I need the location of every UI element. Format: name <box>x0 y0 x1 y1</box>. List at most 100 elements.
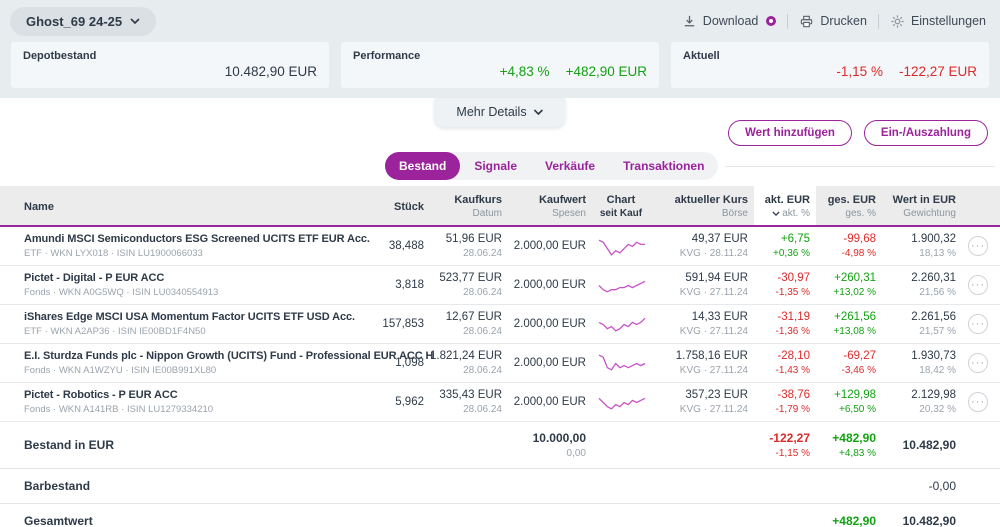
summary-row-bestand-in-eur: Bestand in EUR10.000,000,00-122,27-1,15 … <box>0 422 1000 469</box>
card-value: +482,90 EUR <box>566 64 647 79</box>
table-row[interactable]: iShares Edge MSCI USA Momentum Factor UC… <box>0 305 1000 344</box>
boerse-value: KVG · 27.11.24 <box>656 287 748 298</box>
tab-verkäufe[interactable]: Verkäufe <box>531 152 609 180</box>
chart-cell <box>592 272 650 298</box>
more-details-button[interactable]: Mehr Details <box>434 98 565 127</box>
instrument-identifiers: ETF · WKN LYX018 · ISIN LU1900066033 <box>24 248 372 259</box>
kaufwert-cell: 2.000,00 EUR <box>508 318 586 330</box>
akt-eur-cell: -31,19-1,36 % <box>754 311 810 337</box>
deposit-withdraw-button[interactable]: Ein-/Auszahlung <box>864 120 988 146</box>
tab-signale[interactable]: Signale <box>460 152 531 180</box>
card-label: Aktuell <box>683 50 720 62</box>
menu-cell: ··· <box>962 353 988 374</box>
akt-pct-value: -1,43 % <box>754 365 810 376</box>
ges-pct-value: -3,46 % <box>816 365 876 376</box>
tab-bestand[interactable]: Bestand <box>385 152 460 180</box>
wert-value: 1.930,73 <box>882 350 956 362</box>
column-subtitle: Gewichtung <box>882 208 956 219</box>
stueck-cell: 3,818 <box>378 279 424 291</box>
table-footer: Bestand in EUR10.000,000,00-122,27-1,15 … <box>0 422 1000 527</box>
ges-eur-value: +129,98 <box>816 389 876 401</box>
wert-value: 2.261,56 <box>882 311 956 323</box>
ges-total-cell: +482,90 +4,83 % <box>816 431 876 459</box>
ges-eur-value: -99,68 <box>816 233 876 245</box>
name-cell: iShares Edge MSCI USA Momentum Factor UC… <box>24 311 372 337</box>
table-row[interactable]: E.I. Sturdza Funds plc - Nippon Growth (… <box>0 344 1000 383</box>
row-menu-button[interactable]: ··· <box>968 314 988 334</box>
akt-pct-total: -1,15 % <box>754 448 810 459</box>
column-header-name[interactable]: Name <box>24 193 372 219</box>
column-title: Stück <box>378 201 424 213</box>
column-title: Kaufwert <box>508 194 586 206</box>
column-header-chart[interactable]: Chartseit Kauf <box>592 186 650 225</box>
download-icon <box>682 14 697 29</box>
portfolio-name: Ghost_69 24-25 <box>26 14 122 29</box>
add-value-button[interactable]: Wert hinzufügen <box>728 120 852 146</box>
tab-transaktionen[interactable]: Transaktionen <box>609 152 718 180</box>
table-row[interactable]: Pictet - Robotics - P EUR ACCFonds · WKN… <box>0 383 1000 422</box>
tabs-row: BestandSignaleVerkäufeTransaktionen <box>0 152 1000 180</box>
column-header-aktueller-kurs[interactable]: aktueller KursBörse <box>656 186 748 225</box>
wert-total-cell: 10.482,90 <box>882 514 956 527</box>
sort-descending-icon <box>772 208 780 219</box>
stueck-value: 5,962 <box>378 396 424 408</box>
row-menu-button[interactable]: ··· <box>968 353 988 373</box>
column-title: Chart <box>592 194 650 206</box>
akt-eur-total: -122,27 <box>754 431 810 445</box>
stueck-cell: 1,098 <box>378 357 424 369</box>
wert-value: 1.900,32 <box>882 233 956 245</box>
instrument-identifiers: Fonds · WKN A141RB · ISIN LU1279334210 <box>24 404 372 415</box>
row-menu-button[interactable]: ··· <box>968 236 988 256</box>
ges-pct-value: +13,02 % <box>816 287 876 298</box>
akt-eur-value: -30,97 <box>754 272 810 284</box>
wert-total: 10.482,90 <box>882 514 956 527</box>
column-header-wert-in-eur[interactable]: Wert in EURGewichtung <box>882 186 956 225</box>
wert-total: 10.482,90 <box>882 438 956 452</box>
summary-row-label: Gesamtwert <box>24 514 372 527</box>
ges-eur-value: -69,27 <box>816 350 876 362</box>
kaufkurs-value: 523,77 EUR <box>430 272 502 284</box>
summary-cards: Depotbestand10.482,90 EURPerformance+4,8… <box>10 42 990 88</box>
wert-cell: 2.260,3121,56 % <box>882 272 956 298</box>
akt-eur-cell: -28,10-1,43 % <box>754 350 810 376</box>
stueck-value: 38,488 <box>378 240 424 252</box>
summary-card-aktuell: Aktuell-1,15 %-122,27 EUR <box>671 42 989 88</box>
boerse-value: KVG · 28.11.24 <box>656 248 748 259</box>
tab-group: BestandSignaleVerkäufeTransaktionen <box>385 152 718 180</box>
stueck-value: 157,853 <box>378 318 424 330</box>
stueck-cell: 5,962 <box>378 396 424 408</box>
wert-cell: 1.900,3218,13 % <box>882 233 956 259</box>
topbar-action-drucken[interactable]: Drucken <box>799 14 867 29</box>
column-header-ges-eur[interactable]: ges. EURges. % <box>816 186 876 225</box>
price-sparkline <box>598 311 646 337</box>
instrument-name: iShares Edge MSCI USA Momentum Factor UC… <box>24 311 372 323</box>
column-subtitle: Datum <box>430 208 502 219</box>
column-header-akt-eur[interactable]: akt. EURakt. % <box>754 186 816 225</box>
ges-pct-total: +4,83 % <box>816 448 876 459</box>
summary-row-barbestand: Barbestand-0,00 <box>0 469 1000 504</box>
table-row[interactable]: Amundi MSCI Semiconductors ESG Screened … <box>0 227 1000 266</box>
card-values: +4,83 %+482,90 EUR <box>500 64 647 79</box>
kaufkurs-value: 12,67 EUR <box>430 311 502 323</box>
topbar-action-download[interactable]: Download <box>682 14 777 29</box>
ges-pct-value: -4,98 % <box>816 248 876 259</box>
row-menu-button[interactable]: ··· <box>968 275 988 295</box>
kurs-value: 591,94 EUR <box>656 272 748 284</box>
ges-eur-total: +482,90 <box>816 431 876 445</box>
topbar-action-einstellungen[interactable]: Einstellungen <box>890 14 986 29</box>
column-header-st-ck[interactable]: Stück <box>378 193 424 219</box>
gear-icon <box>890 14 905 29</box>
menu-cell: ··· <box>962 275 988 296</box>
row-menu-button[interactable]: ··· <box>968 392 988 412</box>
kurs-value: 1.758,16 EUR <box>656 350 748 362</box>
table-row[interactable]: Pictet - Digital - P EUR ACCFonds · WKN … <box>0 266 1000 305</box>
boerse-value: KVG · 27.11.24 <box>656 365 748 376</box>
portfolio-selector[interactable]: Ghost_69 24-25 <box>10 7 156 36</box>
kaufkurs-value: 1.821,24 EUR <box>430 350 502 362</box>
card-value: -122,27 EUR <box>899 64 977 79</box>
table-header: NameStückKaufkursDatumKaufwertSpesenChar… <box>0 186 1000 227</box>
kaufkurs-cell: 12,67 EUR28.06.24 <box>430 311 502 337</box>
wert-total-cell: 10.482,90 <box>882 438 956 452</box>
column-header-kaufkurs[interactable]: KaufkursDatum <box>430 186 502 225</box>
column-header-kaufwert[interactable]: KaufwertSpesen <box>508 186 586 225</box>
